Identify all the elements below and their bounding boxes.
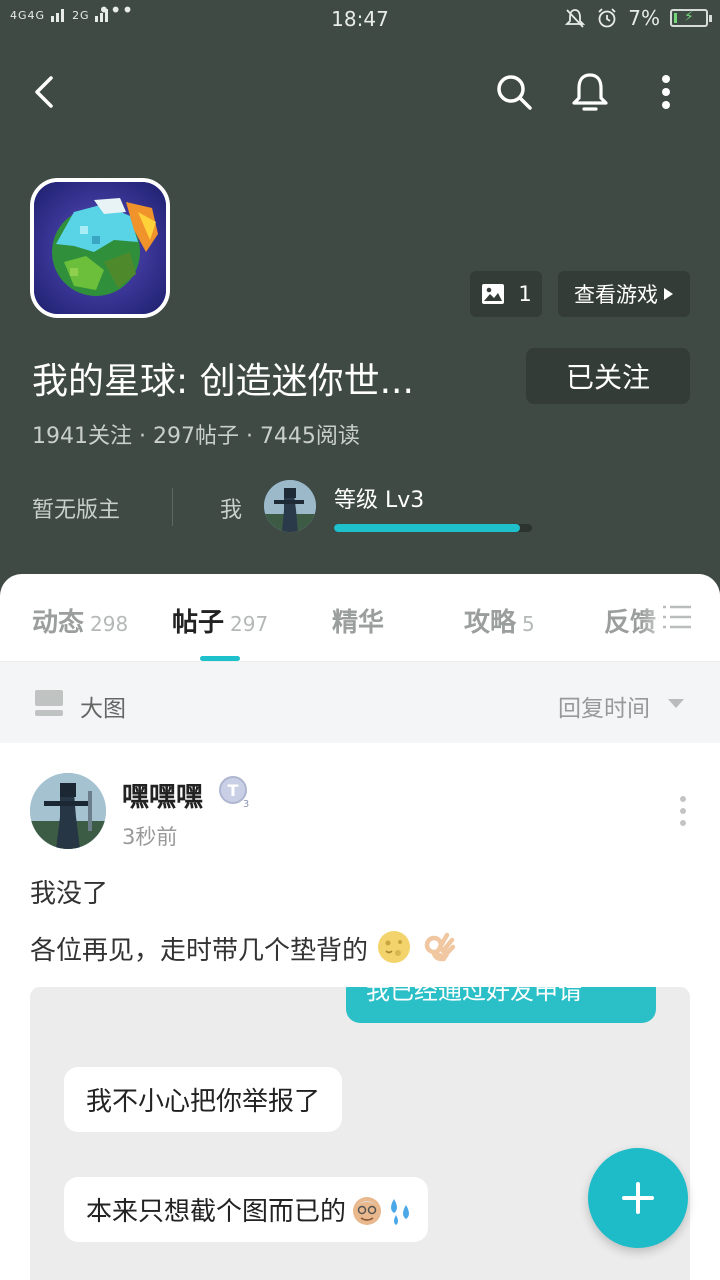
chat-bubble-received-2: 本来只想截个图而已的 xyxy=(64,1177,429,1242)
tab-guides[interactable]: 攻略 5 xyxy=(464,602,535,639)
post-author-avatar[interactable] xyxy=(30,773,106,849)
post-more-icon[interactable] xyxy=(668,795,698,827)
status-bar: 4G4G 2G ••• 18:47 7% ⚡ xyxy=(0,0,720,40)
post-text-line-1: 我没了 xyxy=(30,879,109,909)
sweat-droplets-emoji-icon xyxy=(391,1199,410,1225)
more-vertical-icon xyxy=(662,75,670,109)
tab-dynamic[interactable]: 动态 298 xyxy=(32,602,128,639)
game-icon-image[interactable] xyxy=(30,178,170,318)
user-title-badge-icon: T3 xyxy=(219,776,249,809)
chat-bubble-received-1: 我不小心把你举报了 xyxy=(64,1067,343,1132)
my-avatar[interactable] xyxy=(264,480,316,532)
more-options-button[interactable] xyxy=(642,68,690,116)
alarm-icon xyxy=(598,8,616,28)
post-time: 3秒前 xyxy=(122,825,178,849)
post-image[interactable]: 我已经通过好友申请 我不小心把你举报了 本来只想截个图而已的 xyxy=(30,987,690,1280)
mute-notification-icon xyxy=(565,9,586,28)
battery-percent: 7% xyxy=(628,6,660,30)
badge-letter: T xyxy=(228,781,239,800)
level-progress-bar xyxy=(334,524,532,532)
tab-count: 297 xyxy=(230,612,269,636)
new-post-fab[interactable] xyxy=(588,1148,688,1248)
divider xyxy=(172,488,173,526)
sort-label[interactable]: 回复时间 xyxy=(558,689,650,723)
game-title: 我的星球: 创造迷你世... xyxy=(32,361,414,402)
tab-label: 帖子 xyxy=(172,608,225,638)
tab-label: 攻略 xyxy=(464,608,517,638)
notification-button[interactable] xyxy=(566,68,614,116)
search-button[interactable] xyxy=(490,68,538,116)
images-button[interactable]: 1 xyxy=(470,271,542,317)
voxel-planet-icon xyxy=(34,182,166,314)
bell-icon xyxy=(572,73,608,111)
battery-fill xyxy=(674,13,677,23)
old-man-emoji-icon xyxy=(353,1197,382,1225)
search-icon xyxy=(497,75,532,110)
level-progress-fill xyxy=(334,524,521,532)
moderator-status: 暂无版主 xyxy=(32,498,121,523)
chat-bubble-text: 本来只想截个图而已的 xyxy=(86,1197,347,1227)
tab-bar: 动态 298 帖子 297 精华 攻略 5 反馈 xyxy=(0,574,720,662)
moon-face-emoji-icon xyxy=(378,931,411,963)
back-icon xyxy=(35,76,53,108)
tab-label: 精华 xyxy=(332,608,385,638)
battery-icon: ⚡ xyxy=(670,9,712,27)
active-tab-indicator xyxy=(200,656,240,661)
level-label: 等级 Lv3 xyxy=(334,488,425,513)
avatar-image xyxy=(30,773,106,849)
sort-caret-icon[interactable] xyxy=(668,699,684,708)
follow-button[interactable]: 已关注 xyxy=(526,348,690,404)
game-stats: 1941关注 · 297帖子 · 7445阅读 xyxy=(32,424,360,449)
me-label: 我 xyxy=(220,498,243,523)
view-mode-label[interactable]: 大图 xyxy=(80,689,126,723)
play-arrow-icon xyxy=(664,288,673,300)
view-game-label: 查看游戏 xyxy=(574,283,658,307)
view-game-button[interactable]: 查看游戏 xyxy=(558,271,690,317)
back-button[interactable] xyxy=(20,68,68,116)
tab-count: 298 xyxy=(90,612,129,636)
menu-list-icon[interactable] xyxy=(662,604,692,630)
charging-bolt-icon: ⚡ xyxy=(684,9,694,25)
image-count: 1 xyxy=(518,282,532,306)
tab-label: 动态 xyxy=(32,608,85,638)
avatar-image xyxy=(264,480,316,532)
game-header: 4G4G 2G ••• 18:47 7% ⚡ 1 查看游戏 我的星球: 创造迷你… xyxy=(0,0,720,610)
chat-bubble-sent: 我已经通过好友申请 xyxy=(346,987,656,1023)
tab-count: 5 xyxy=(522,612,535,636)
ok-hand-emoji-icon xyxy=(424,932,455,962)
badge-level: 3 xyxy=(243,799,249,809)
status-right: 7% ⚡ xyxy=(564,6,712,30)
post-text: 各位再见，走时带几个垫背的 xyxy=(30,936,369,966)
plus-icon xyxy=(622,1182,654,1214)
tab-featured[interactable]: 精华 xyxy=(332,602,384,639)
image-icon xyxy=(482,284,505,304)
large-view-icon[interactable] xyxy=(34,689,64,717)
filter-bar: 大图 回复时间 xyxy=(0,663,720,743)
tab-posts[interactable]: 帖子 297 xyxy=(172,602,268,639)
post-text-line-2: 各位再见，走时带几个垫背的 xyxy=(30,929,457,967)
post-username[interactable]: 嘿嘿嘿 xyxy=(122,775,203,814)
